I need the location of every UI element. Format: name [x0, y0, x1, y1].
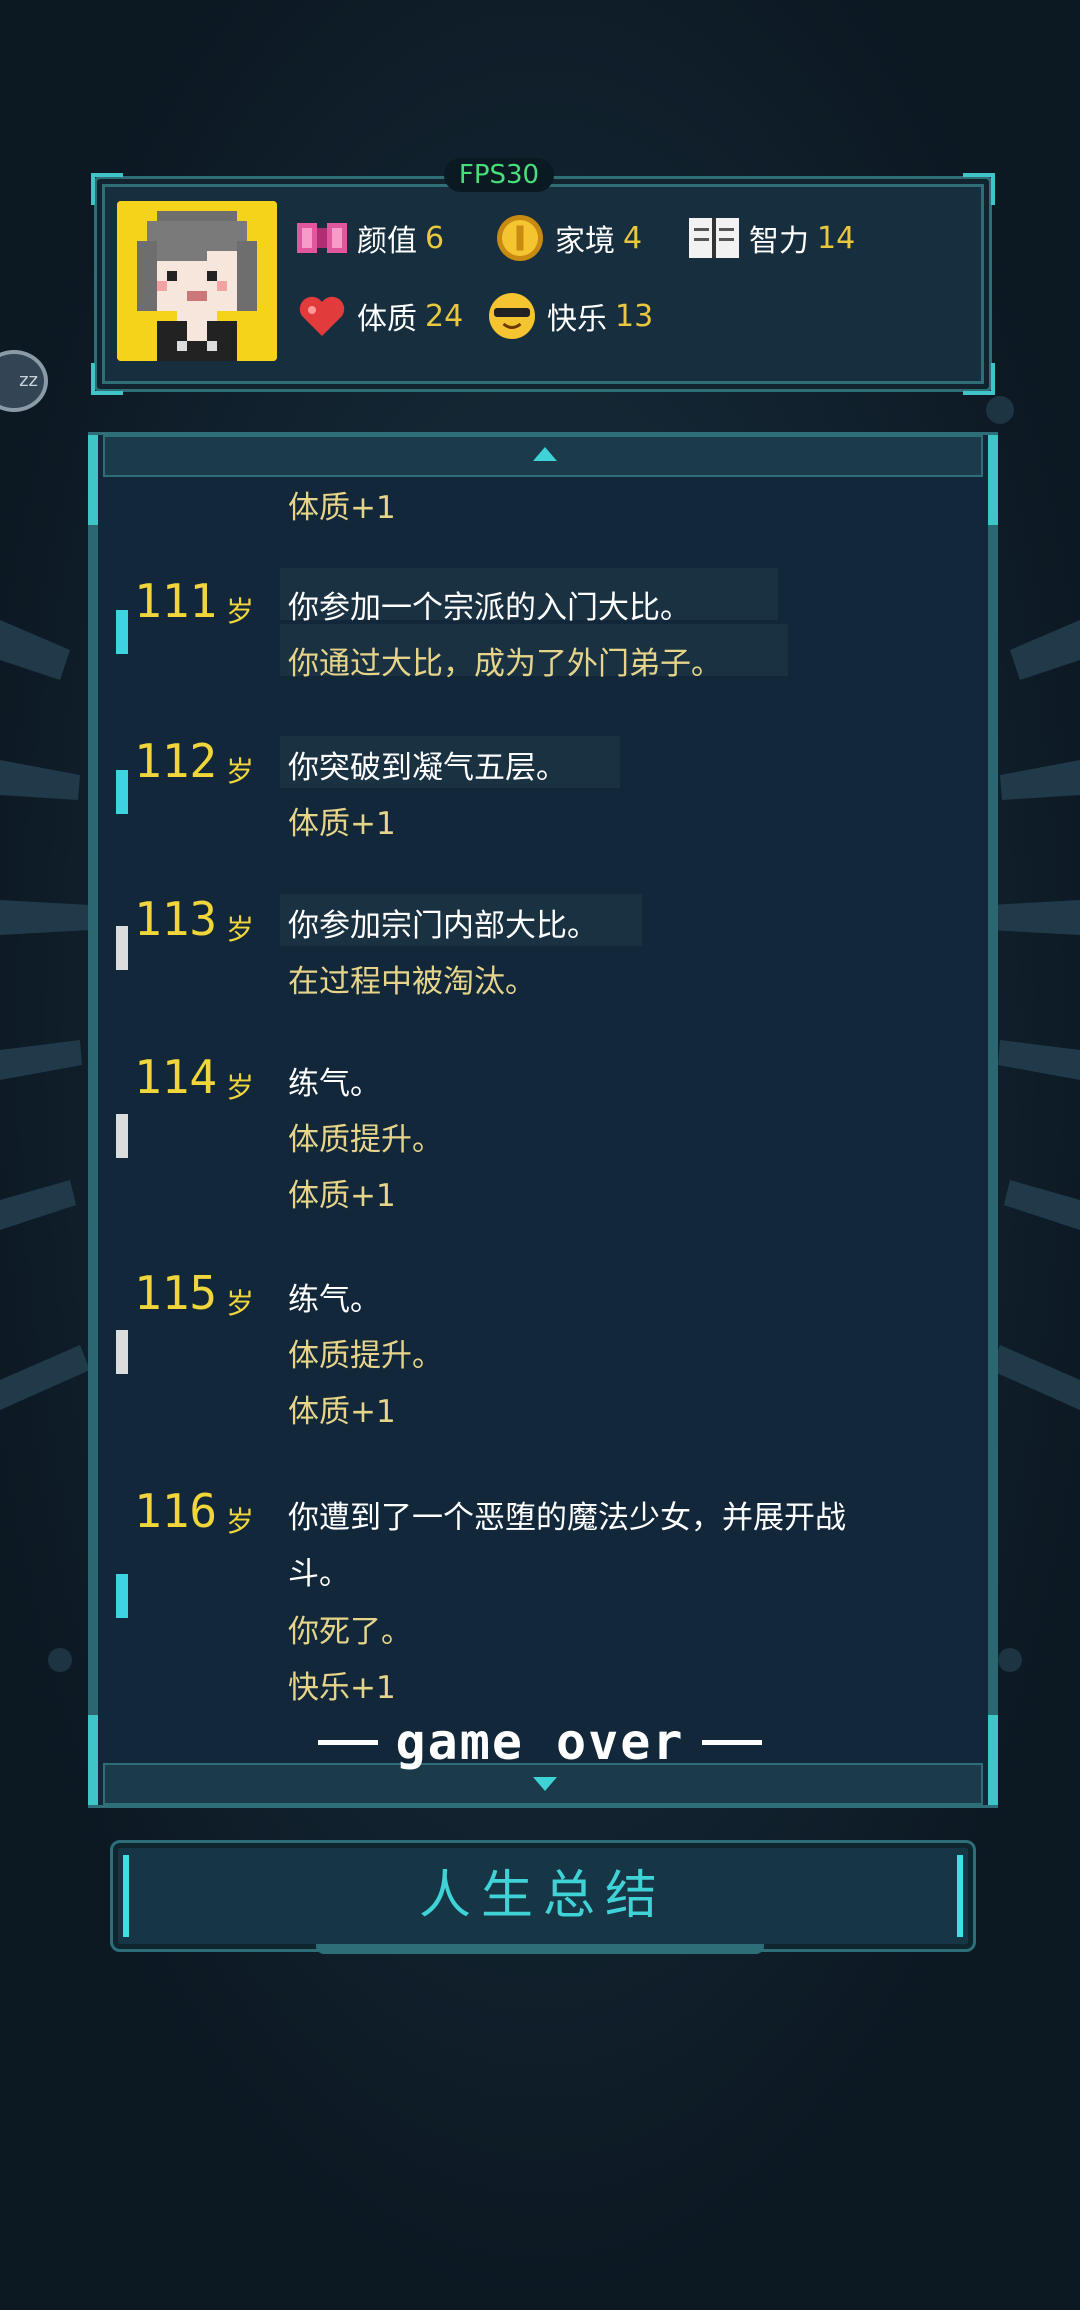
entry-marker	[116, 770, 128, 814]
result-text: 快乐+1	[288, 1670, 396, 1706]
button-tab-decoration	[316, 1944, 764, 1954]
result-text: 在过程中被淘汰。	[288, 964, 536, 1000]
event-text: 你参加一个宗派的入门大比。	[288, 590, 691, 626]
entry-marker	[116, 1330, 128, 1374]
heart-icon	[299, 296, 345, 336]
age-unit: 岁	[226, 913, 255, 946]
event-text: 你遭到了一个恶堕的魔法少女，并展开战	[288, 1500, 846, 1536]
event-text: 你参加宗门内部大比。	[288, 908, 598, 944]
entry-marker	[116, 610, 128, 654]
stat-constitution: 体质 24	[297, 291, 463, 341]
game-over-label: game over	[276, 1712, 804, 1772]
stat-family: 家境 4	[495, 213, 642, 263]
entry-marker	[116, 926, 128, 970]
age-unit: 岁	[226, 595, 255, 628]
age-unit: 岁	[226, 1505, 255, 1538]
book-icon	[689, 218, 739, 258]
stat-intelligence: 智力 14	[689, 213, 855, 263]
avatar	[117, 201, 277, 361]
entry-marker	[116, 1114, 128, 1158]
event-text: 你突破到凝气五层。	[288, 750, 567, 786]
log-line-fragment: 体质+1	[288, 490, 396, 526]
age-unit: 岁	[226, 1287, 255, 1320]
result-text: 体质+1	[288, 1178, 396, 1214]
result-text: 你通过大比，成为了外门弟子。	[288, 646, 722, 682]
fps-counter: FPS30	[444, 158, 554, 192]
age-unit: 岁	[226, 755, 255, 788]
age-number: 116	[134, 1484, 218, 1538]
arrow-up-icon	[533, 447, 557, 461]
result-text: 你死了。	[288, 1614, 412, 1650]
coin-icon	[497, 215, 543, 261]
arrow-down-icon	[533, 1777, 557, 1791]
stat-appearance: 颜值 6	[297, 213, 444, 263]
attribute-panel: 颜值 6 家境 4 智力 14 体质 24 快乐 13	[91, 173, 995, 395]
result-text: 体质提升。	[288, 1122, 443, 1158]
result-text: 体质+1	[288, 1394, 396, 1430]
age-number: 114	[134, 1050, 218, 1104]
scroll-up-button[interactable]	[103, 435, 983, 477]
stat-happiness: 快乐 13	[487, 291, 653, 341]
age-number: 111	[134, 574, 218, 628]
entry-marker	[116, 1574, 128, 1618]
sunglasses-face-icon	[489, 293, 535, 339]
event-text: 练气。	[288, 1066, 381, 1102]
age-number: 113	[134, 892, 218, 946]
age-number: 115	[134, 1266, 218, 1320]
age-number: 112	[134, 734, 218, 788]
result-text: 体质+1	[288, 806, 396, 842]
event-text: 练气。	[288, 1282, 381, 1318]
ribbon-icon	[297, 223, 347, 253]
age-unit: 岁	[226, 1071, 255, 1104]
result-text: 体质提升。	[288, 1338, 443, 1374]
life-summary-button[interactable]: 人生总结	[110, 1840, 976, 1952]
event-text: 斗。	[288, 1556, 350, 1592]
